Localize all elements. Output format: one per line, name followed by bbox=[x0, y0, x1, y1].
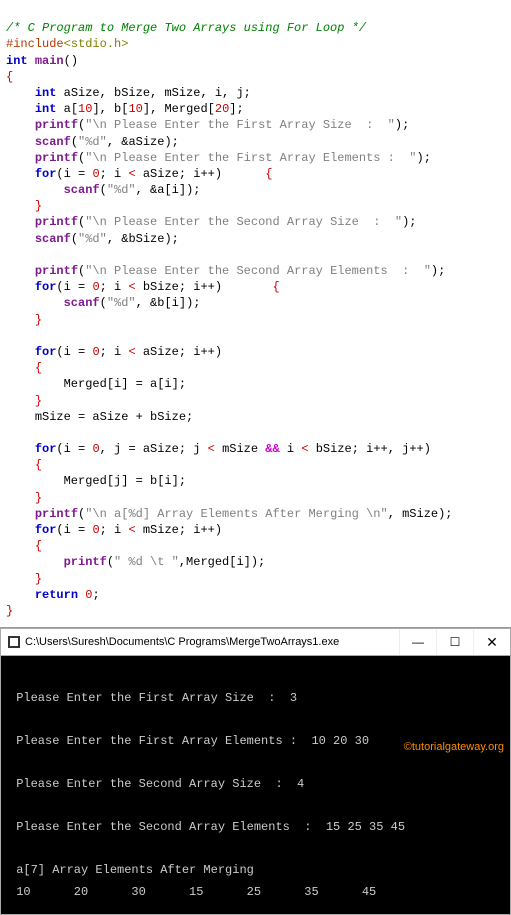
kw-for: for bbox=[35, 167, 57, 181]
console-line-2: Please Enter the First Array Elements : … bbox=[9, 734, 369, 748]
console-window: C:\Users\Suresh\Documents\C Programs\Mer… bbox=[0, 627, 511, 915]
merged-assign-a: Merged[i] = a[i]; bbox=[64, 377, 186, 391]
str-first-size: "\n Please Enter the First Array Size : … bbox=[85, 118, 395, 132]
maximize-button[interactable]: ☐ bbox=[436, 629, 473, 655]
console-line-1: Please Enter the First Array Size : 3 bbox=[9, 691, 297, 705]
source-code-area: /* C Program to Merge Two Arrays using F… bbox=[0, 0, 511, 623]
str-after-merge: "\n a[%d] Array Elements After Merging \… bbox=[85, 507, 387, 521]
window-titlebar[interactable]: C:\Users\Suresh\Documents\C Programs\Mer… bbox=[0, 628, 511, 656]
fn-printf: printf bbox=[35, 118, 78, 132]
str-first-elem: "\n Please Enter the First Array Element… bbox=[85, 151, 416, 165]
merged-assign-b: Merged[j] = b[i]; bbox=[64, 474, 186, 488]
kw-int: int bbox=[6, 54, 28, 68]
code-comment: /* C Program to Merge Two Arrays using F… bbox=[6, 21, 366, 35]
console-line-4: Please Enter the Second Array Elements :… bbox=[9, 820, 405, 834]
console-line-5: a[7] Array Elements After Merging bbox=[9, 863, 254, 877]
msize-assign: mSize = aSize + bSize; bbox=[35, 410, 193, 424]
console-line-3: Please Enter the Second Array Size : 4 bbox=[9, 777, 304, 791]
console-line-6: 10 20 30 15 25 35 45 bbox=[9, 885, 376, 899]
console-output: Please Enter the First Array Size : 3 Pl… bbox=[0, 656, 511, 915]
op-and: && bbox=[265, 442, 279, 456]
kw-return: return bbox=[35, 588, 78, 602]
include-close: > bbox=[121, 37, 128, 51]
str-second-size: "\n Please Enter the Second Array Size :… bbox=[85, 215, 402, 229]
str-second-elem: "\n Please Enter the Second Array Elemen… bbox=[85, 264, 431, 278]
decl-vars: aSize, bSize, mSize, i, j; bbox=[56, 86, 250, 100]
preproc-include: #include bbox=[6, 37, 64, 51]
watermark: ©tutorialgateway.org bbox=[404, 738, 504, 758]
window-buttons: — ☐ ✕ bbox=[399, 629, 510, 655]
include-open: < bbox=[64, 37, 71, 51]
fn-main: main bbox=[35, 54, 64, 68]
close-button[interactable]: ✕ bbox=[473, 629, 510, 655]
window-title: C:\Users\Suresh\Documents\C Programs\Mer… bbox=[25, 636, 399, 648]
include-header: stdio.h bbox=[71, 37, 121, 51]
app-icon bbox=[7, 635, 21, 649]
minimize-button[interactable]: — bbox=[399, 629, 436, 655]
fn-scanf: scanf bbox=[35, 135, 71, 149]
